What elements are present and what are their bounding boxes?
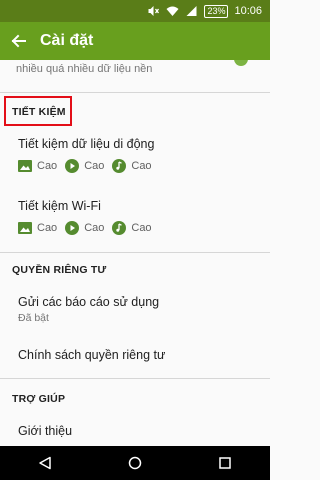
image-icon [18,159,32,173]
video-quality: Cao [65,159,104,173]
battery-level: 23% [204,4,229,18]
usage-reports-status: Đã bật [18,312,49,324]
image-quality-label: Cao [37,160,58,172]
nav-recents-button[interactable] [210,448,240,478]
about-title: Giới thiệu [18,424,73,438]
section-header-help: TRỢ GIÚP [12,393,66,405]
music-note-icon [112,159,127,173]
status-bar: 23% 10:06 [0,0,270,22]
video-quality-label: Cao [84,160,105,172]
triangle-back-icon [39,456,51,470]
navigation-bar [0,446,270,480]
wifi-icon [166,6,179,16]
page-title: Cài đặt [40,32,94,49]
arrow-back-icon [11,34,26,48]
circle-home-icon [128,456,142,470]
audio-quality-label: Cao [131,222,152,234]
back-button[interactable] [0,22,36,60]
audio-quality-label: Cao [131,160,152,172]
play-circle-icon [65,221,80,235]
settings-list[interactable]: nhiều quá nhiều dữ liệu nền TIẾT KIỆM Ti… [0,60,270,446]
wifi-saving-title: Tiết kiệm Wi-Fi [18,199,101,213]
divider [0,378,270,379]
image-quality: Cao [18,159,57,173]
mobile-data-saving-title: Tiết kiệm dữ liệu di động [18,137,155,151]
music-note-icon [112,221,127,235]
wifi-quality-row: Cao Cao Cao [18,220,160,236]
signal-icon [186,6,197,16]
mobile-data-quality-row: Cao Cao Cao [18,158,160,174]
mute-icon [148,6,160,16]
audio-quality: Cao [112,159,152,173]
video-quality-label: Cao [84,222,105,234]
toggle-switch[interactable] [234,60,248,66]
nav-back-button[interactable] [30,448,60,478]
video-quality: Cao [65,221,104,235]
audio-quality: Cao [112,221,152,235]
square-recents-icon [219,457,231,469]
highlight-box [4,96,72,126]
usage-reports-title: Gửi các báo cáo sử dụng [18,295,160,309]
privacy-policy-title: Chính sách quyền riêng tư [18,348,166,362]
toolbar: Cài đặt [0,22,270,60]
section-header-privacy: QUYỀN RIÊNG TƯ [12,264,107,276]
nav-home-button[interactable] [120,448,150,478]
divider [0,92,270,93]
image-quality: Cao [18,221,57,235]
play-circle-icon [65,159,80,173]
divider [0,252,270,253]
cut-off-summary: nhiều quá nhiều dữ liệu nền [16,63,153,75]
image-icon [18,221,32,235]
clock: 10:06 [234,5,262,17]
image-quality-label: Cao [37,222,58,234]
